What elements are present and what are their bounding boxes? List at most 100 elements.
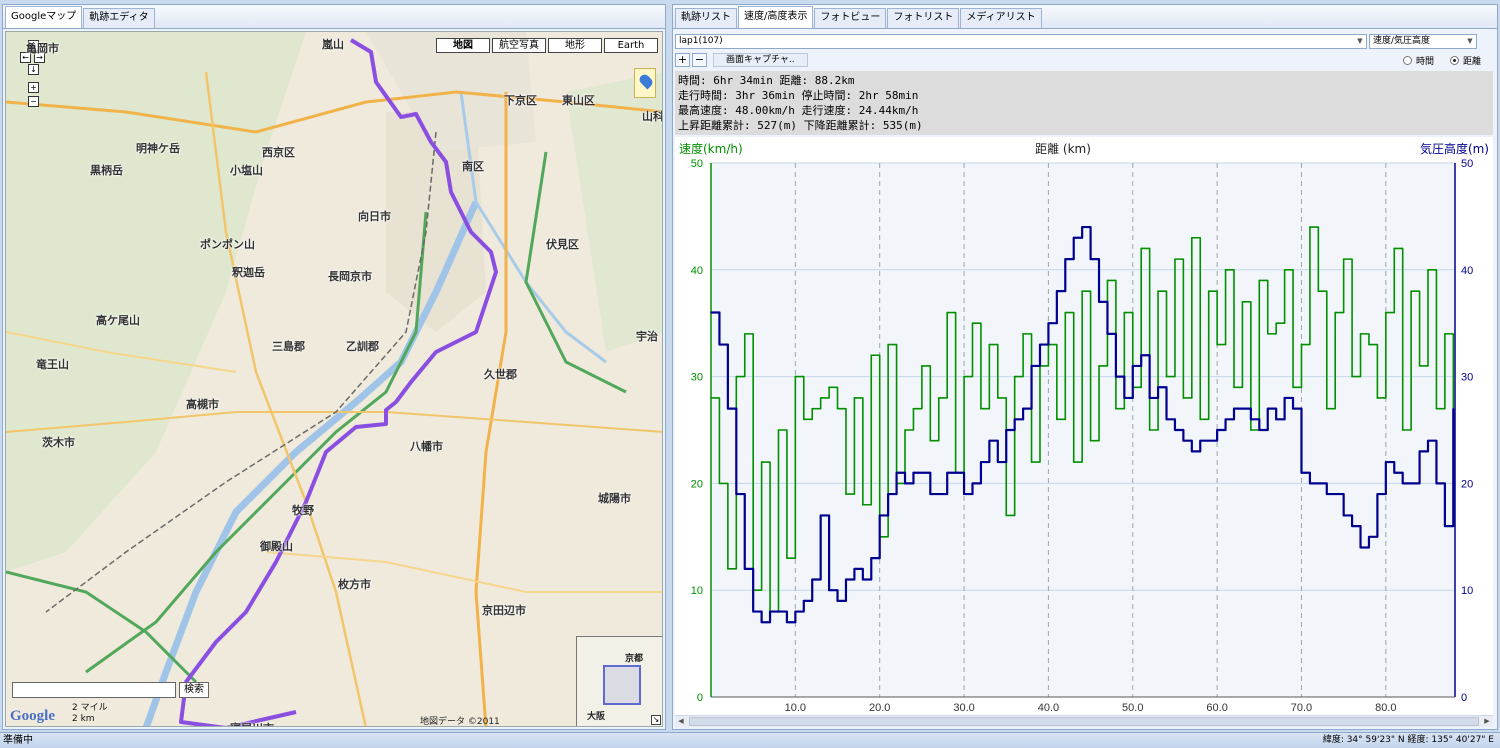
minimap-collapse-icon[interactable]: ↘	[651, 715, 661, 725]
speed-point	[811, 407, 814, 410]
radio-time[interactable]: 時間	[1402, 54, 1434, 67]
overview-minimap[interactable]: 京都 大阪 ↘	[576, 636, 662, 726]
zoom-out-icon[interactable]: −	[28, 96, 39, 107]
tab-speed-altitude[interactable]: 速度/高度表示	[738, 6, 814, 28]
map-place-label: 久世郡	[484, 368, 517, 381]
altitude-point	[1165, 418, 1168, 421]
altitude-point	[1309, 482, 1311, 485]
altitude-point	[1241, 407, 1244, 410]
map-place-label: 下京区	[504, 94, 537, 107]
map-place-label: 乙訓郡	[346, 340, 379, 353]
map-search-input[interactable]	[12, 682, 176, 698]
speed-point	[921, 365, 923, 367]
altitude-point	[853, 568, 856, 570]
zoom-in-button[interactable]: +	[675, 53, 690, 67]
tab-track-list[interactable]: 軌跡リスト	[675, 8, 737, 28]
tab-photo-list[interactable]: フォトリスト	[887, 8, 960, 28]
altitude-point	[752, 610, 754, 613]
map-type-map-button[interactable]: 地図	[436, 38, 490, 53]
chart-horizontal-scrollbar[interactable]: ◀ ▶	[675, 715, 1493, 727]
speed-point	[904, 429, 906, 431]
x-tick-label: 50.0	[1122, 702, 1143, 714]
status-text: 準備中	[3, 735, 33, 746]
altitude-point	[912, 471, 915, 474]
altitude-point	[1376, 493, 1379, 495]
pan-down-icon[interactable]: ↓	[28, 64, 39, 75]
speed-point	[1174, 258, 1176, 260]
radio-time-label: 時間	[1415, 56, 1434, 67]
speed-point	[760, 461, 763, 463]
altitude-point	[1039, 343, 1041, 346]
speed-point	[1148, 429, 1151, 431]
map-type-satellite-button[interactable]: 航空写真	[492, 38, 546, 53]
altitude-point	[735, 493, 738, 495]
altitude-point	[718, 343, 721, 346]
altitude-point	[870, 557, 873, 559]
speed-point	[887, 343, 889, 346]
altitude-point	[1368, 536, 1370, 538]
altitude-point	[1056, 290, 1058, 292]
y-right-tick-label: 10	[1461, 585, 1473, 597]
speed-altitude-chart[interactable]: 0 0 10 10 20 20 30 30 40 40 50 50 10.0 20.0 30.0 40.0 50…	[675, 137, 1493, 715]
speed-point	[743, 333, 746, 335]
y-left-tick-label: 0	[697, 692, 703, 704]
y-left-tick-label: 30	[691, 372, 703, 384]
speed-point	[1072, 461, 1075, 463]
speed-altitude-pane: 軌跡リスト 速度/高度表示 フォトビュー フォトリスト メディアリスト lap1…	[672, 4, 1498, 730]
scrollbar-thumb[interactable]	[689, 717, 1479, 726]
speed-point	[1165, 375, 1168, 378]
speed-point	[819, 397, 822, 399]
map-canvas[interactable]	[6, 32, 663, 727]
altitude-point	[802, 600, 805, 602]
map-type-earth-button[interactable]: Earth	[604, 38, 658, 53]
minimap-viewport-rect[interactable]	[603, 665, 641, 705]
map-search-button[interactable]: 検索	[179, 682, 209, 698]
mode-select[interactable]: 速度/気圧高度 ▼	[1369, 33, 1477, 49]
speed-point	[1258, 279, 1261, 282]
radio-time-indicator	[1402, 55, 1412, 65]
speed-point	[853, 397, 856, 399]
zoom-out-button[interactable]: −	[692, 53, 707, 67]
map-place-label: 高槻市	[186, 398, 219, 411]
radio-distance[interactable]: 距離	[1449, 54, 1481, 67]
speed-point	[1385, 311, 1387, 314]
track-select[interactable]: lap1(107) ▼	[675, 33, 1367, 49]
google-map[interactable]: ↑ ← → ↓ + − 地図 航空写真 地形 Earth 亀岡市 嵐山 西京区 下京区…	[5, 31, 663, 727]
speed-point	[1022, 333, 1024, 335]
altitude-point	[895, 471, 898, 474]
altitude-point	[921, 471, 923, 474]
toolbar-row: + − 画面キャプチャ.. 時間 距離	[675, 52, 1493, 68]
speed-point	[997, 397, 999, 399]
altitude-point	[1140, 354, 1143, 357]
tab-track-editor[interactable]: 軌跡エディタ	[83, 8, 155, 28]
map-place-label: 伏見区	[546, 238, 579, 251]
tab-photo-view[interactable]: フォトビュー	[814, 8, 887, 28]
y-right-tick-label: 30	[1461, 372, 1473, 384]
right-tabbar: 軌跡リスト 速度/高度表示 フォトビュー フォトリスト メディアリスト	[673, 5, 1497, 29]
zoom-in-icon[interactable]: +	[28, 82, 39, 93]
speed-point	[1106, 279, 1109, 282]
altitude-point	[1182, 439, 1185, 442]
tab-media-list[interactable]: メディアリスト	[960, 8, 1042, 28]
map-place-label: 西京区	[262, 146, 295, 159]
speed-point	[1292, 386, 1294, 389]
stats-speed: 最高速度: 48.00km/h 走行速度: 24.44km/h	[678, 104, 919, 117]
map-place-label: 南区	[462, 160, 484, 173]
application-window: Googleマップ 軌跡エディタ ↑ ← → ↓ + − 地図 航空写真 地形 …	[0, 0, 1500, 748]
screen-capture-button[interactable]: 画面キャプチャ..	[713, 53, 808, 67]
scroll-left-icon[interactable]: ◀	[675, 716, 687, 727]
tab-google-map[interactable]: Googleマップ	[5, 6, 83, 28]
altitude-point	[887, 493, 889, 495]
altitude-point	[760, 621, 763, 624]
altitude-point	[743, 568, 746, 570]
stats-moving-stopped: 走行時間: 3hr 36min 停止時間: 2hr 58min	[678, 89, 919, 102]
altitude-point	[1427, 439, 1429, 442]
scroll-right-icon[interactable]: ▶	[1481, 716, 1493, 727]
y-left-axis-title: 速度(km/h)	[679, 141, 743, 156]
street-view-pegman-icon[interactable]	[634, 68, 656, 98]
y-left-tick-label: 10	[691, 585, 703, 597]
altitude-point	[1275, 418, 1277, 421]
map-tabbar: Googleマップ 軌跡エディタ	[3, 5, 665, 29]
map-place-label: ポンポン山	[200, 238, 255, 251]
map-type-terrain-button[interactable]: 地形	[548, 38, 602, 53]
